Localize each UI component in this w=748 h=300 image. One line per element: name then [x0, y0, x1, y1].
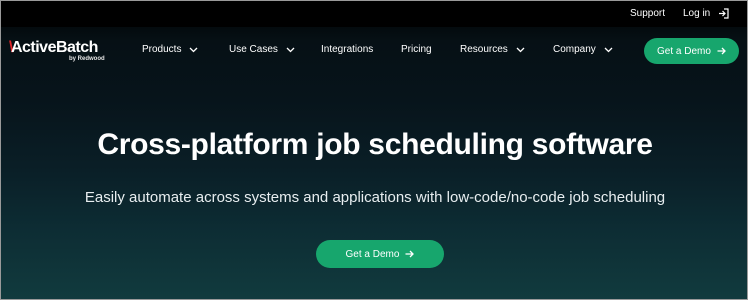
- login-label: Log in: [683, 8, 711, 19]
- utility-bar: Support Log in: [1, 1, 747, 27]
- chevron-down-icon: [190, 47, 198, 52]
- hero-subtitle: Easily automate across systems and appli…: [84, 189, 666, 206]
- nav-item-label: Company: [553, 44, 596, 55]
- arrow-right-icon: [717, 47, 726, 55]
- nav-item-pricing[interactable]: Pricing: [401, 44, 432, 55]
- nav-item-label: Resources: [460, 44, 508, 55]
- brand-logo[interactable]: \ ActiveBatch by Redwood: [9, 39, 105, 62]
- support-link[interactable]: Support: [630, 8, 665, 19]
- get-demo-button-header[interactable]: Get a Demo: [644, 38, 739, 64]
- chevron-down-icon: [286, 47, 295, 52]
- nav-item-label: Use Cases: [229, 44, 278, 55]
- nav-item-label: Pricing: [401, 44, 432, 55]
- nav-item-label: Integrations: [321, 44, 374, 55]
- nav-item-integrations[interactable]: Integrations: [321, 44, 373, 55]
- brand-byline: by Redwood: [69, 56, 105, 62]
- login-icon: [719, 8, 729, 19]
- get-demo-button-hero[interactable]: Get a Demo: [316, 240, 444, 268]
- nav-item-label: Products: [142, 44, 182, 55]
- page-frame: Support Log in \ ActiveBatch by Redwood …: [0, 0, 748, 300]
- nav-item-resources[interactable]: Resources: [460, 44, 525, 55]
- nav-item-use-cases[interactable]: Use Cases: [229, 44, 295, 55]
- chevron-down-icon: [516, 47, 525, 52]
- cta-label: Get a Demo: [657, 45, 711, 57]
- brand-wordmark: \ ActiveBatch: [9, 39, 98, 57]
- chevron-down-icon: [604, 47, 613, 52]
- brand-name: ActiveBatch: [10, 39, 98, 56]
- nav-item-products[interactable]: Products: [142, 44, 198, 55]
- arrow-right-icon: [405, 250, 415, 258]
- hero-title: Cross-platform job scheduling software: [97, 128, 653, 161]
- login-link[interactable]: Log in: [683, 8, 729, 19]
- nav-item-company[interactable]: Company: [553, 44, 613, 55]
- cta-label: Get a Demo: [345, 248, 400, 260]
